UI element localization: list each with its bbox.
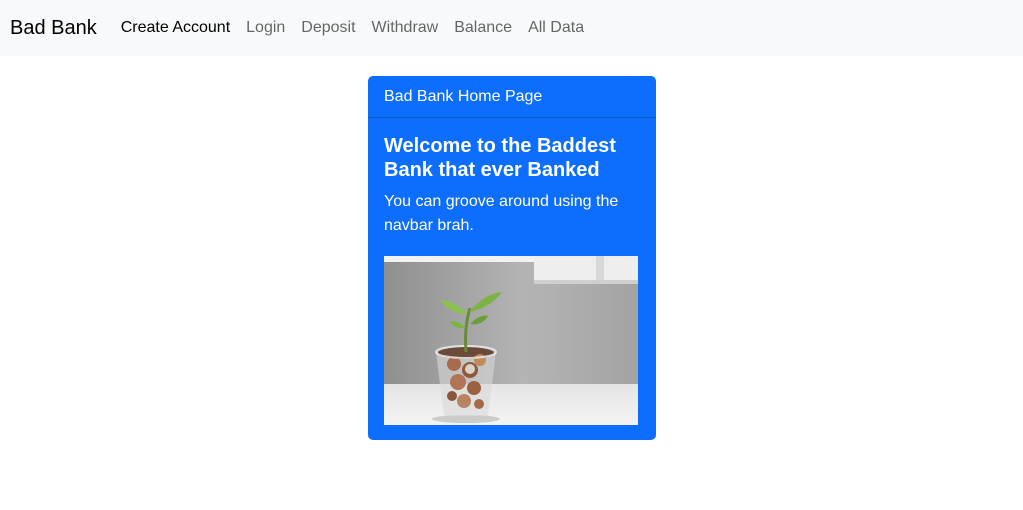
brand-link[interactable]: Bad Bank [10,17,97,40]
card-header: Bad Bank Home Page [368,76,656,118]
nav-link-deposit[interactable]: Deposit [301,19,355,37]
hero-image [384,256,638,425]
nav-link-login[interactable]: Login [246,19,285,37]
home-card: Bad Bank Home Page Welcome to the Baddes… [368,76,656,440]
nav-link-all-data[interactable]: All Data [528,19,584,37]
navbar: Bad Bank Create Account Login Deposit Wi… [0,0,1023,56]
nav-link-create-account[interactable]: Create Account [121,19,230,37]
card-title: Welcome to the Baddest Bank that ever Ba… [384,135,616,181]
card-body: Welcome to the Baddest Bank that ever Ba… [368,118,656,425]
nav-link-withdraw[interactable]: Withdraw [372,19,439,37]
card-text: You can groove around using the navbar b… [384,193,619,234]
nav-link-balance[interactable]: Balance [454,19,512,37]
